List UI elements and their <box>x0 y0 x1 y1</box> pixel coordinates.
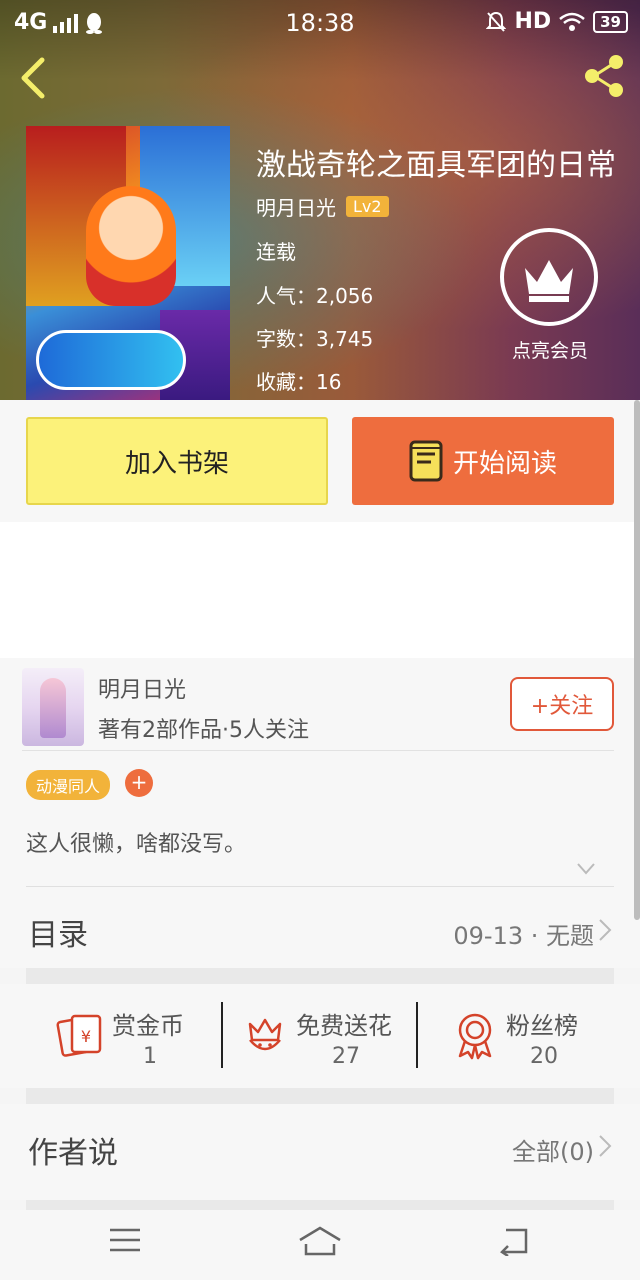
share-button[interactable] <box>580 52 628 100</box>
menu-icon[interactable] <box>110 1226 140 1254</box>
wifi-icon <box>559 12 585 31</box>
section-divider <box>26 1200 614 1210</box>
send-flower-label: 免费送花 <box>296 1012 392 1040</box>
medal-icon <box>458 1013 492 1060</box>
latest-chapter: 09-13 · 无题 <box>453 922 594 950</box>
chevron-right-icon <box>599 919 612 941</box>
author-bio: 这人很懒，啥都没写。 <box>26 832 247 857</box>
reward-coins-label: 赏金币 <box>112 1012 184 1040</box>
system-nav-bar <box>0 1210 640 1280</box>
flower-icon <box>248 1018 282 1051</box>
fan-ranking-value: 20 <box>530 1044 558 1069</box>
reward-coins-value: 1 <box>143 1044 157 1069</box>
svg-text:¥: ¥ <box>81 1027 91 1046</box>
book-author-line: 明月日光 Lv2 <box>256 192 389 221</box>
book-title: 激战奇轮之面具军团的日常 <box>256 148 616 183</box>
vip-label: 点亮会员 <box>511 340 588 362</box>
author-says-all: 全部(0) <box>512 1138 594 1166</box>
reward-coins-item[interactable]: ¥ 赏金币 1 <box>56 1002 246 1072</box>
start-reading-label: 开始阅读 <box>452 448 557 479</box>
book-icon <box>409 440 443 482</box>
author-card: 明月日光 著有2部作品·5人关注 +关注 动漫同人 + 这人很懒，啥都没写。 <box>0 658 640 888</box>
book-popularity: 人气：2,056 <box>256 284 374 308</box>
divider <box>221 1002 223 1068</box>
chevron-right-icon <box>599 1135 612 1157</box>
add-to-shelf-label: 加入书架 <box>124 448 229 479</box>
fan-ranking-label: 粉丝榜 <box>506 1012 578 1040</box>
send-flower-item[interactable]: 免费送花 27 <box>240 1002 430 1072</box>
stats-row: ¥ 赏金币 1 免费送花 27 粉丝榜 20 <box>0 984 640 1088</box>
category-tag[interactable]: 动漫同人 <box>26 770 111 800</box>
book-author[interactable]: 明月日光 <box>256 192 336 221</box>
back-button[interactable] <box>16 56 52 100</box>
level-badge: Lv2 <box>346 196 389 217</box>
section-divider <box>26 968 614 984</box>
cover-art <box>86 186 176 306</box>
fan-ranking-item[interactable]: 粉丝榜 20 <box>450 1002 640 1072</box>
book-header: 4G 18:38 HD 39 激战奇轮之面具军团的日常 明月日光 Lv2 连载 … <box>0 0 640 400</box>
book-cover[interactable] <box>26 126 230 400</box>
red-envelope-icon: ¥ <box>56 1014 102 1057</box>
mute-bell-icon <box>486 11 507 32</box>
add-tag-button[interactable]: + <box>125 769 153 797</box>
section-divider <box>26 1088 614 1104</box>
divider <box>26 886 614 887</box>
home-icon[interactable] <box>298 1226 342 1256</box>
action-row: 加入书架 开始阅读 <box>0 400 640 522</box>
toc-label: 目录 <box>28 918 88 953</box>
chevron-down-icon[interactable] <box>576 862 596 876</box>
add-to-shelf-button[interactable]: 加入书架 <box>26 417 328 505</box>
start-reading-button[interactable]: 开始阅读 <box>352 417 614 505</box>
crown-icon <box>525 260 573 302</box>
cover-art <box>36 330 186 390</box>
vip-button[interactable]: 点亮会员 <box>500 228 600 363</box>
follow-button[interactable]: +关注 <box>510 677 614 731</box>
author-name[interactable]: 明月日光 <box>98 672 186 704</box>
author-says-row[interactable]: 作者说 全部(0) <box>0 1104 640 1200</box>
hd-label: HD <box>514 9 552 34</box>
send-flower-value: 27 <box>332 1044 360 1069</box>
avatar[interactable] <box>22 668 84 746</box>
book-word-count: 字数：3,745 <box>256 327 374 351</box>
author-stats: 著有2部作品·5人关注 <box>98 718 309 743</box>
divider <box>416 1002 418 1068</box>
scrollbar[interactable] <box>634 400 640 920</box>
divider <box>22 750 614 751</box>
toc-row[interactable]: 目录 09-13 · 无题 <box>0 888 640 968</box>
back-nav-icon[interactable] <box>498 1226 530 1256</box>
status-right: HD 39 <box>486 9 628 34</box>
author-says-label: 作者说 <box>28 1136 118 1171</box>
crown-ring <box>500 228 598 326</box>
battery-indicator: 39 <box>593 10 628 33</box>
book-status: 连载 <box>256 240 296 264</box>
status-bar: 4G 18:38 HD 39 <box>0 0 640 44</box>
blank-area <box>0 522 640 658</box>
book-favorites: 收藏：16 <box>256 370 342 394</box>
